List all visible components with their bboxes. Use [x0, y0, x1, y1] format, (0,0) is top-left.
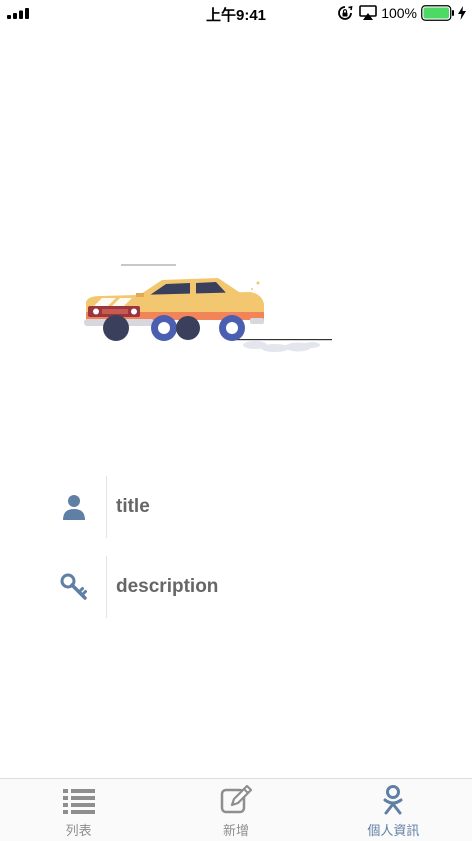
status-right-group: 100%: [337, 4, 466, 22]
field-divider: [106, 556, 107, 618]
charging-bolt-icon: [458, 6, 466, 20]
user-icon: [63, 495, 85, 520]
field-divider: [106, 476, 107, 538]
status-bar: 上午9:41 100%: [0, 0, 472, 26]
battery-icon: [421, 5, 454, 21]
battery-percentage: 100%: [381, 5, 417, 21]
tab-label: 新增: [222, 823, 249, 838]
title-field: [52, 476, 432, 538]
airplay-icon: [359, 5, 377, 20]
edit-icon: [220, 785, 253, 814]
tab-list[interactable]: 列表: [0, 779, 157, 841]
tab-label: 列表: [65, 823, 92, 838]
list-icon: [62, 789, 95, 814]
description-input[interactable]: [116, 572, 416, 602]
description-field: [52, 556, 432, 618]
tab-add[interactable]: 新增: [157, 779, 314, 841]
odnoklassniki-icon: [383, 785, 403, 815]
title-input[interactable]: [116, 492, 416, 522]
car-illustration: [84, 264, 332, 352]
rotation-lock-icon: [338, 6, 353, 20]
key-icon: [60, 573, 87, 600]
tab-bar: 列表 新增 個人資訊: [0, 778, 472, 841]
tab-profile[interactable]: 個人資訊: [315, 779, 472, 841]
tab-label: 個人資訊: [367, 823, 420, 838]
